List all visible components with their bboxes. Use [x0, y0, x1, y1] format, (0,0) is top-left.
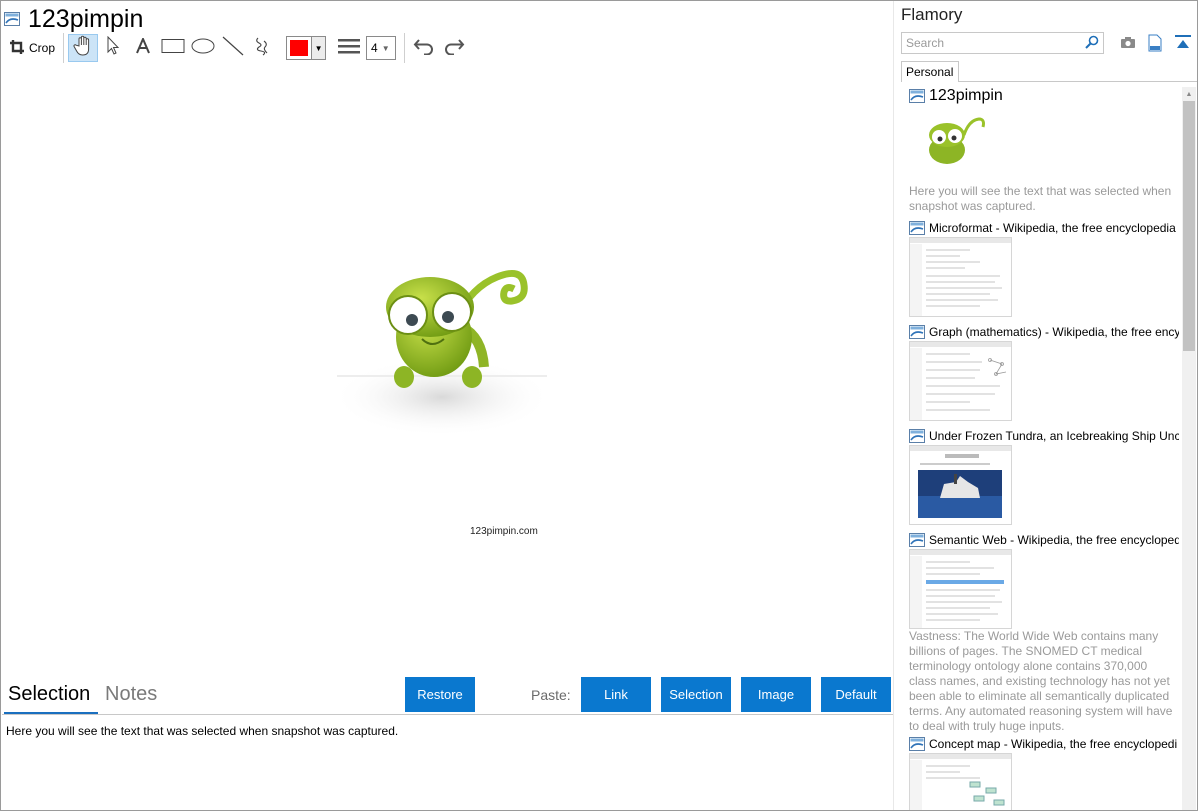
ellipse-tool-button[interactable]: [188, 34, 218, 62]
snapshot-list: 123pimpin Here you will see the text tha…: [901, 87, 1181, 810]
restore-button[interactable]: Restore: [405, 677, 475, 712]
page-icon: [909, 737, 925, 751]
list-item[interactable]: 123pimpin Here you will see the text tha…: [909, 87, 1179, 213]
list-item[interactable]: Semantic Web - Wikipedia, the free encyc…: [909, 533, 1179, 733]
paste-selection-button[interactable]: Selection: [661, 677, 731, 712]
search-input[interactable]: Search: [901, 32, 1104, 54]
tab-selection[interactable]: Selection: [8, 683, 90, 706]
selection-text[interactable]: Here you will see the text that was sele…: [6, 724, 398, 738]
redo-icon: [443, 37, 465, 60]
list-item-thumbnail: [909, 753, 1012, 810]
toolbar-divider: [63, 33, 65, 63]
rectangle-tool-button[interactable]: [158, 34, 188, 62]
line-width-icon: [338, 37, 361, 60]
list-item-thumbnail: [909, 445, 1012, 525]
chevron-down-icon: ▼: [381, 43, 390, 53]
paste-link-button[interactable]: Link: [581, 677, 651, 712]
list-item-title: Concept map - Wikipedia, the free encycl…: [929, 737, 1178, 751]
list-item[interactable]: Under Frozen Tundra, an Icebreaking Ship…: [909, 429, 1179, 525]
snapshot-canvas[interactable]: 123pimpin.com: [2, 67, 892, 673]
list-item-title: Graph (mathematics) - Wikipedia, the fre…: [929, 325, 1179, 339]
rectangle-icon: [161, 38, 185, 59]
page-icon: [4, 12, 20, 26]
text-icon: [135, 35, 151, 59]
document-icon[interactable]: [1147, 34, 1165, 52]
list-item-thumbnail: [909, 549, 1012, 629]
app-name: Flamory: [901, 5, 963, 24]
list-item-text: Vastness: The World Wide Web contains ma…: [909, 629, 1173, 733]
title-bar: 123pimpin: [4, 5, 143, 33]
snapshot-image: [332, 269, 552, 437]
search-icon[interactable]: [1085, 35, 1099, 52]
line-tool-button[interactable]: [218, 34, 248, 62]
hand-icon: [73, 35, 93, 62]
paste-image-button[interactable]: Image: [741, 677, 811, 712]
color-picker[interactable]: ▼: [286, 36, 327, 60]
pane-divider[interactable]: [893, 1, 894, 810]
line-icon: [222, 36, 244, 61]
sidebar-scrollbar[interactable]: ▲: [1182, 87, 1196, 810]
color-swatch: [290, 40, 309, 56]
list-item-title: Semantic Web - Wikipedia, the free encyc…: [929, 533, 1179, 547]
page-icon: [909, 221, 925, 235]
list-item[interactable]: Graph (mathematics) - Wikipedia, the fre…: [909, 325, 1179, 421]
list-item-text: Here you will see the text that was sele…: [909, 184, 1172, 213]
list-item-header: Graph (mathematics) - Wikipedia, the fre…: [909, 325, 1179, 339]
list-item[interactable]: Concept map - Wikipedia, the free encycl…: [909, 737, 1179, 810]
list-item-title: Microformat - Wikipedia, the free encycl…: [929, 221, 1176, 235]
line-width-value: 4: [371, 41, 378, 55]
text-tool-button[interactable]: [128, 34, 158, 62]
tab-personal[interactable]: Personal: [901, 61, 959, 82]
ellipse-icon: [191, 38, 215, 59]
freehand-icon: [254, 35, 272, 62]
list-item[interactable]: Microformat - Wikipedia, the free encycl…: [909, 221, 1179, 317]
page-icon: [909, 89, 925, 103]
list-item-thumbnail: [909, 237, 1012, 317]
chevron-down-icon[interactable]: ▼: [311, 37, 326, 59]
list-item-title: Under Frozen Tundra, an Icebreaking Ship…: [929, 429, 1179, 443]
crop-icon: [9, 39, 25, 58]
camera-icon[interactable]: [1120, 34, 1138, 52]
hand-tool-button[interactable]: [68, 34, 99, 62]
list-item-header: Concept map - Wikipedia, the free encycl…: [909, 737, 1179, 751]
redo-button[interactable]: [439, 34, 469, 62]
freehand-tool-button[interactable]: [248, 34, 278, 62]
page-icon: [909, 533, 925, 547]
notes-divider: [2, 714, 893, 715]
page-icon: [909, 325, 925, 339]
list-item-thumbnail: [909, 105, 1012, 185]
pointer-icon: [105, 35, 121, 61]
list-item-header: Semantic Web - Wikipedia, the free encyc…: [909, 533, 1179, 547]
page-title: 123pimpin: [28, 5, 144, 33]
annotation-toolbar: Crop ▼ 4 ▼: [5, 33, 469, 63]
tab-notes[interactable]: Notes: [105, 683, 157, 706]
tab-line: [959, 81, 1197, 82]
line-width-button[interactable]: [334, 34, 364, 62]
flamory-sidebar: Flamory Search Personal 123pimpin Here y…: [895, 1, 1197, 810]
scrollbar-thumb[interactable]: [1183, 101, 1195, 351]
crop-label: Crop: [29, 41, 56, 55]
list-item-header: Under Frozen Tundra, an Icebreaking Ship…: [909, 429, 1179, 443]
line-width-select[interactable]: 4 ▼: [366, 36, 397, 60]
page-icon: [909, 429, 925, 443]
list-item-thumbnail: [909, 341, 1012, 421]
undo-button[interactable]: [409, 34, 439, 62]
toolbar-divider: [404, 33, 406, 63]
paste-label: Paste:: [531, 687, 571, 703]
undo-icon: [413, 37, 435, 60]
search-placeholder: Search: [906, 36, 945, 50]
list-item-title: 123pimpin: [929, 87, 1003, 104]
snapshot-viewer: 123pimpin Crop ▼ 4 ▼ 123pimpin.com Selec…: [1, 1, 894, 810]
crop-button[interactable]: Crop: [5, 34, 59, 62]
chevron-up-icon[interactable]: ▲: [1182, 87, 1196, 101]
list-item-header: Microformat - Wikipedia, the free encycl…: [909, 221, 1179, 235]
collapse-top-icon[interactable]: [1175, 34, 1193, 52]
list-item-header: 123pimpin: [909, 87, 1179, 105]
select-tool-button[interactable]: [98, 34, 128, 62]
snapshot-caption: 123pimpin.com: [470, 526, 538, 537]
paste-default-button[interactable]: Default: [821, 677, 891, 712]
